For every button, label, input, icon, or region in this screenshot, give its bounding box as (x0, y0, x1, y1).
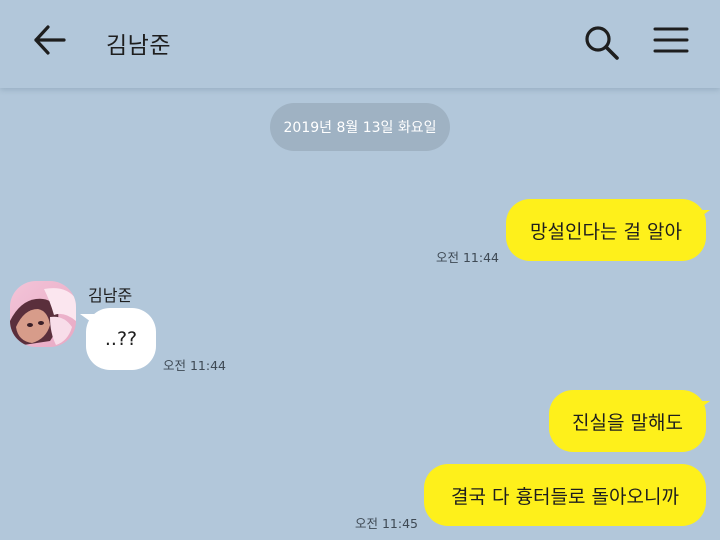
other-message-bubble[interactable]: ..?? (86, 308, 156, 370)
message-text: 결국 다 흉터들로 돌아오니까 (451, 485, 679, 508)
message-text: 진실을 말해도 (572, 411, 683, 434)
message-text: ..?? (104, 328, 138, 350)
my-message-bubble[interactable]: 망설인다는 걸 알아 (506, 199, 706, 261)
search-button[interactable] (580, 22, 622, 62)
hamburger-menu-icon (653, 27, 689, 53)
bubble-tail (696, 210, 710, 220)
sender-name: 김남준 (88, 286, 133, 305)
date-divider: 2019년 8월 13일 화요일 (270, 103, 450, 151)
back-button[interactable] (28, 20, 72, 60)
message-time: 오전 11:44 (163, 358, 226, 373)
arrow-left-icon (34, 25, 66, 55)
profile-photo (10, 281, 76, 347)
message-time: 오전 11:44 (436, 250, 499, 265)
chat-title: 김남준 (106, 33, 171, 59)
avatar[interactable] (10, 281, 76, 347)
my-message-bubble[interactable]: 진실을 말해도 (549, 390, 706, 452)
message-time: 오전 11:45 (355, 516, 418, 531)
my-message-bubble[interactable]: 결국 다 흉터들로 돌아오니까 (424, 464, 706, 526)
chat-header: 김남준 (0, 0, 720, 88)
bubble-tail (696, 401, 710, 411)
message-text: 망설인다는 걸 알아 (530, 220, 682, 243)
menu-button[interactable] (650, 22, 692, 62)
search-icon (585, 26, 619, 60)
